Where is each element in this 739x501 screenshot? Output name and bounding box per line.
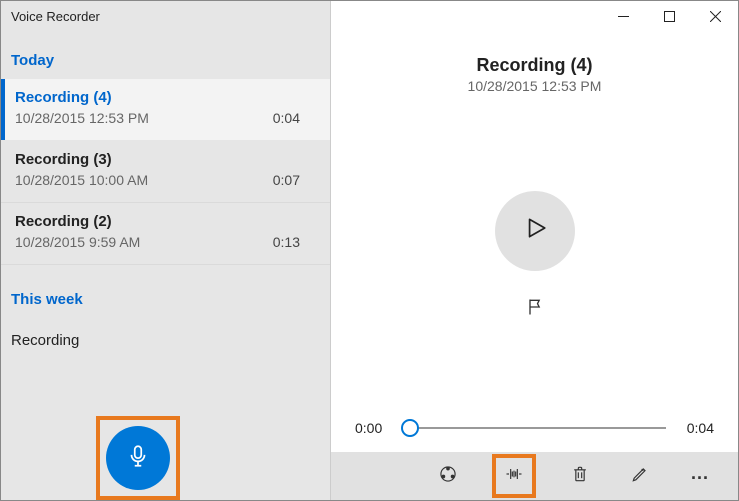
recording-duration: 0:07: [273, 172, 316, 188]
add-marker-button[interactable]: [525, 297, 545, 322]
recordings-sidebar: Voice Recorder Today Recording (4) 10/28…: [1, 1, 331, 500]
delete-button[interactable]: [564, 460, 596, 492]
maximize-icon: [664, 10, 675, 25]
section-today: Today: [1, 44, 330, 79]
section-this-week: This week: [1, 283, 330, 318]
detail-pane: Recording (4) 10/28/2015 12:53 PM 0:00: [331, 1, 738, 500]
close-icon: [710, 10, 721, 25]
maximize-button[interactable]: [646, 2, 692, 32]
more-icon: ...: [691, 463, 709, 484]
slider-thumb[interactable]: [401, 419, 419, 437]
recording-name: Recording (2): [15, 213, 316, 230]
recording-duration: 0:13: [273, 234, 316, 250]
app-title: Voice Recorder: [1, 1, 330, 44]
flag-icon: [525, 304, 545, 321]
detail-date: 10/28/2015 12:53 PM: [331, 78, 738, 94]
microphone-icon: [125, 443, 151, 474]
recording-item-partial[interactable]: Recording: [1, 318, 330, 349]
play-area: [331, 94, 738, 418]
rename-button[interactable]: [624, 460, 656, 492]
play-button[interactable]: [495, 191, 575, 271]
detail-header: Recording (4) 10/28/2015 12:53 PM: [331, 55, 738, 94]
minimize-icon: [618, 10, 629, 25]
trim-icon: [504, 464, 524, 489]
share-button[interactable]: [432, 460, 464, 492]
trim-button[interactable]: [498, 460, 530, 492]
record-button[interactable]: [106, 426, 170, 490]
window-titlebar: [331, 1, 738, 33]
current-time: 0:00: [355, 420, 393, 436]
minimize-button[interactable]: [600, 2, 646, 32]
trim-button-highlight: [492, 454, 536, 498]
more-button[interactable]: ...: [684, 460, 716, 492]
share-icon: [438, 464, 458, 489]
play-icon: [522, 215, 548, 246]
recording-date: 10/28/2015 9:59 AM: [15, 234, 140, 250]
progress-row: 0:00 0:04: [331, 418, 738, 452]
detail-title: Recording (4): [331, 55, 738, 76]
total-time: 0:04: [676, 420, 714, 436]
recording-date: 10/28/2015 12:53 PM: [15, 110, 149, 126]
recording-item[interactable]: Recording (2) 10/28/2015 9:59 AM 0:13: [1, 203, 330, 265]
trash-icon: [570, 464, 590, 489]
slider-track: [403, 427, 666, 429]
recording-duration: 0:04: [273, 110, 316, 126]
recording-name: Recording (3): [15, 151, 316, 168]
record-button-highlight: [96, 416, 180, 500]
bottom-toolbar: ...: [331, 452, 738, 500]
pencil-icon: [630, 464, 650, 489]
recording-date: 10/28/2015 10:00 AM: [15, 172, 148, 188]
recording-item[interactable]: Recording (3) 10/28/2015 10:00 AM 0:07: [1, 141, 330, 203]
recording-name: Recording (4): [15, 89, 316, 106]
app-window: Voice Recorder Today Recording (4) 10/28…: [1, 1, 738, 500]
progress-slider[interactable]: [403, 418, 666, 438]
recording-item[interactable]: Recording (4) 10/28/2015 12:53 PM 0:04: [1, 79, 330, 141]
close-button[interactable]: [692, 2, 738, 32]
